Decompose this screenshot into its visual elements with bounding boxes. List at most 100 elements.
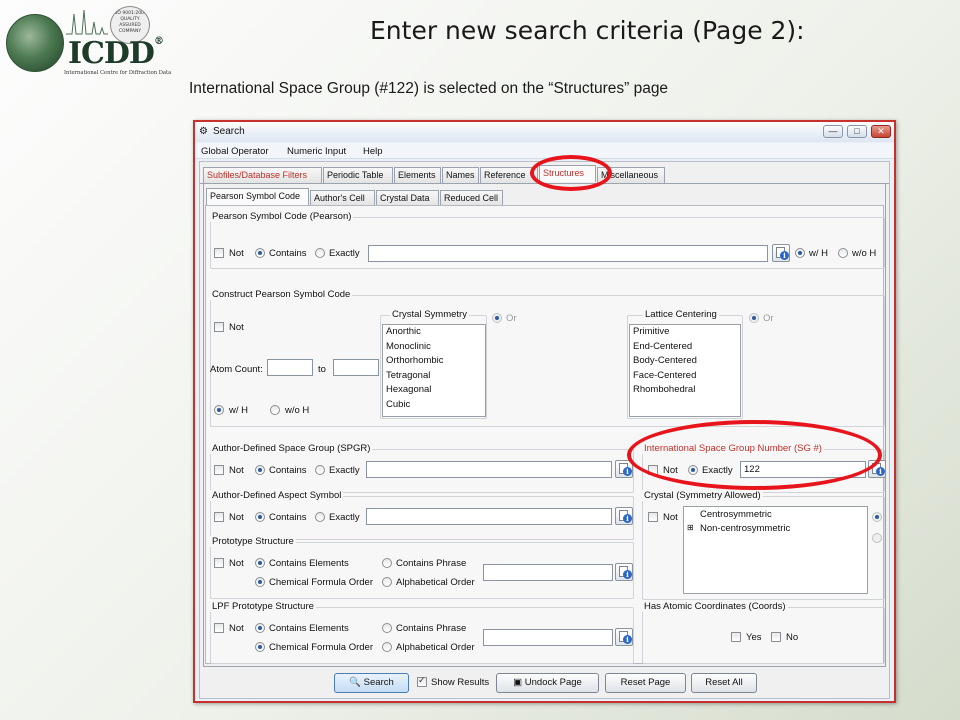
tab-miscellaneous[interactable]: Miscellaneous (597, 167, 665, 183)
spgr-exactly-label: Exactly (329, 465, 360, 476)
list-item[interactable]: End-Centered (630, 340, 740, 355)
tab-reduced-cell[interactable]: Reduced Cell (440, 190, 503, 206)
reset-page-button[interactable]: Reset Page (605, 673, 686, 693)
atom-count-min-input[interactable] (267, 359, 313, 376)
coords-yes-label: Yes (746, 632, 762, 643)
crystal-sym-allowed-radio-1[interactable] (872, 512, 882, 522)
list-item[interactable]: Cubic (383, 398, 485, 413)
sgnum-exactly-radio[interactable] (688, 465, 698, 475)
tab-reference[interactable]: Reference (480, 167, 538, 183)
prototype-input[interactable] (483, 564, 613, 581)
spgr-contains-radio[interactable] (255, 465, 265, 475)
menu-global-operator[interactable]: Global Operator (201, 146, 269, 157)
tab-subfiles-database-filters[interactable]: Subfiles/Database Filters (203, 167, 322, 183)
diffraction-pattern-icon (66, 9, 108, 35)
crystal-sym-allowed-radio-2[interactable] (872, 533, 882, 543)
pearson-lookup-button[interactable]: i (772, 244, 790, 262)
aspect-not-checkbox[interactable] (214, 512, 224, 522)
lpf-contains-elements-radio[interactable] (255, 623, 265, 633)
lpf-input[interactable] (483, 629, 613, 646)
lpf-alpha-order-radio[interactable] (382, 642, 392, 652)
atom-count-to-label: to (318, 364, 326, 375)
window-titlebar[interactable]: ⚙ Search — □ ✕ (195, 122, 894, 142)
lpf-contains-phrase-radio[interactable] (382, 623, 392, 633)
aspect-exactly-label: Exactly (329, 512, 360, 523)
list-item[interactable]: Monoclinic (383, 340, 485, 355)
pearson-without-h-radio[interactable] (838, 248, 848, 258)
tab-crystal-data[interactable]: Crystal Data (376, 190, 439, 206)
tree-item-centrosymmetric[interactable]: Centrosymmetric (700, 509, 772, 520)
prototype-contains-elements-radio[interactable] (255, 558, 265, 568)
pearson-not-checkbox[interactable] (214, 248, 224, 258)
sgnum-input[interactable]: 122 (740, 461, 866, 478)
prototype-group-title: Prototype Structure (210, 536, 296, 547)
prototype-not-checkbox[interactable] (214, 558, 224, 568)
crystal-symmetry-or-radio[interactable] (492, 313, 502, 323)
coords-yes-checkbox[interactable] (731, 632, 741, 642)
prototype-alpha-order-radio[interactable] (382, 577, 392, 587)
aspect-input[interactable] (366, 508, 612, 525)
coords-no-checkbox[interactable] (771, 632, 781, 642)
lattice-centering-or-radio[interactable] (749, 313, 759, 323)
search-button[interactable]: 🔍 Search (334, 673, 409, 693)
sgnum-not-checkbox[interactable] (648, 465, 658, 475)
tab-structures[interactable]: Structures (539, 165, 596, 182)
list-item[interactable]: Primitive (630, 325, 740, 340)
tab-authors-cell[interactable]: Author's Cell (310, 190, 375, 206)
undock-page-button[interactable]: ▣ Undock Page (496, 673, 599, 693)
spgr-lookup-button[interactable]: i (615, 460, 633, 478)
aspect-exactly-radio[interactable] (315, 512, 325, 522)
construct-without-h-radio[interactable] (270, 405, 280, 415)
sgnum-lookup-button[interactable]: i (868, 460, 886, 478)
show-results-checkbox[interactable] (417, 675, 427, 687)
aspect-contains-radio[interactable] (255, 512, 265, 522)
construct-with-h-radio[interactable] (214, 405, 224, 415)
maximize-button[interactable]: □ (847, 125, 867, 138)
construct-with-h-label: w/ H (229, 405, 248, 416)
coords-group (642, 607, 885, 664)
sgnum-exactly-label: Exactly (702, 465, 733, 476)
spgr-input[interactable] (366, 461, 612, 478)
tab-periodic-table[interactable]: Periodic Table (323, 167, 393, 183)
pearson-contains-radio[interactable] (255, 248, 265, 258)
crystal-symmetry-list[interactable]: Anorthic Monoclinic Orthorhombic Tetrago… (382, 324, 486, 417)
list-item[interactable]: Tetragonal (383, 369, 485, 384)
window-icon: ▣ (513, 677, 525, 688)
list-item[interactable]: Orthorhombic (383, 354, 485, 369)
pearson-input[interactable] (368, 245, 768, 262)
tree-expand-icon[interactable]: ⊞ (687, 523, 694, 532)
spgr-exactly-radio[interactable] (315, 465, 325, 475)
prototype-formula-order-radio[interactable] (255, 577, 265, 587)
list-item[interactable]: Face-Centered (630, 369, 740, 384)
list-item[interactable]: Anorthic (383, 325, 485, 340)
menu-help[interactable]: Help (363, 146, 383, 157)
list-item[interactable]: Hexagonal (383, 383, 485, 398)
list-item[interactable]: Body-Centered (630, 354, 740, 369)
lpf-lookup-button[interactable]: i (615, 628, 633, 646)
logo-tagline: International Centre for Diffraction Dat… (64, 70, 172, 76)
prototype-contains-phrase-radio[interactable] (382, 558, 392, 568)
tab-names[interactable]: Names (442, 167, 479, 183)
lpf-not-checkbox[interactable] (214, 623, 224, 633)
minimize-button[interactable]: — (823, 125, 843, 138)
tree-item-non-centrosymmetric[interactable]: Non-centrosymmetric (700, 523, 790, 534)
reset-all-button[interactable]: Reset All (691, 673, 757, 693)
lattice-centering-list[interactable]: Primitive End-Centered Body-Centered Fac… (629, 324, 741, 417)
pearson-exactly-radio[interactable] (315, 248, 325, 258)
pearson-exactly-label: Exactly (329, 248, 360, 259)
aspect-lookup-button[interactable]: i (615, 507, 633, 525)
tab-elements[interactable]: Elements (394, 167, 441, 183)
atom-count-max-input[interactable] (333, 359, 379, 376)
tab-pearson-symbol-code[interactable]: Pearson Symbol Code (206, 188, 309, 205)
lpf-formula-order-radio[interactable] (255, 642, 265, 652)
prototype-lookup-button[interactable]: i (615, 563, 633, 581)
close-button[interactable]: ✕ (871, 125, 891, 138)
menu-numeric-input[interactable]: Numeric Input (287, 146, 346, 157)
menu-bar: Global Operator Numeric Input Help (195, 143, 894, 159)
spgr-not-checkbox[interactable] (214, 465, 224, 475)
lattice-centering-or-label: Or (763, 313, 774, 324)
construct-not-checkbox[interactable] (214, 322, 224, 332)
crystal-sym-allowed-not-checkbox[interactable] (648, 512, 658, 522)
list-item[interactable]: Rhombohedral (630, 383, 740, 398)
pearson-with-h-radio[interactable] (795, 248, 805, 258)
